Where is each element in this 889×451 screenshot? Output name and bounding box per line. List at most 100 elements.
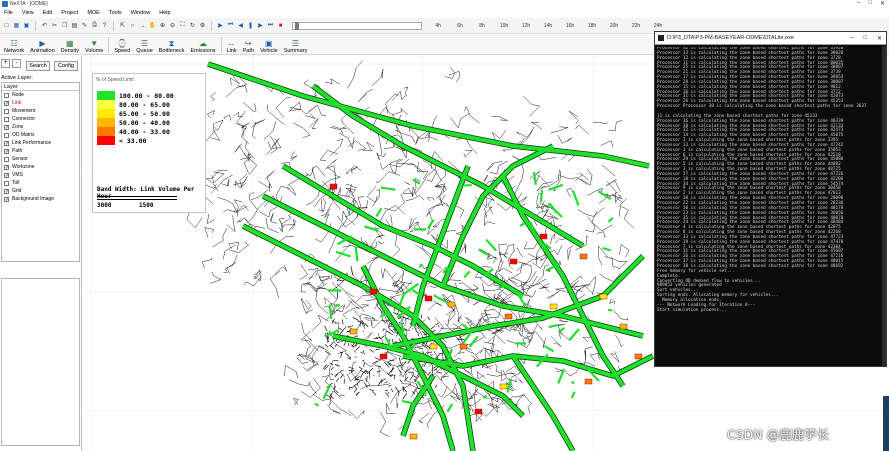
- layer-item-toll[interactable]: Toll: [2, 179, 79, 187]
- timeline-hour-label[interactable]: 10h: [493, 23, 515, 29]
- console-minimize-icon[interactable]: –: [850, 35, 853, 42]
- layer-item-od-matrix[interactable]: OD Matrix: [2, 131, 79, 139]
- timeline-hour-label[interactable]: 18h: [581, 23, 603, 29]
- timeline-slider-knob[interactable]: [295, 21, 299, 30]
- timeline-hour-label[interactable]: 24h: [647, 23, 669, 29]
- ribbon-density-button[interactable]: ▦ Density: [58, 35, 82, 54]
- layer-checkbox[interactable]: ✓: [4, 140, 9, 146]
- timeline-hour-label[interactable]: 12h: [515, 23, 537, 29]
- config-button[interactable]: Config: [54, 61, 78, 71]
- layer-item-sensor[interactable]: Sensor: [2, 155, 79, 163]
- add-icon[interactable]: +: [1, 59, 10, 68]
- copy-icon[interactable]: ❐: [60, 21, 69, 31]
- paste-icon[interactable]: ▤: [70, 21, 79, 31]
- play-icon[interactable]: ▶: [216, 21, 225, 31]
- zoom-extent-icon[interactable]: ⛶: [178, 21, 187, 31]
- ribbon-bottleneck-button[interactable]: ⧗ Bottleneck: [156, 35, 188, 54]
- layer-checkbox[interactable]: [4, 92, 9, 98]
- close-icon[interactable]: ✕: [880, 0, 885, 7]
- settings-icon[interactable]: ⚙: [198, 21, 207, 31]
- remove-icon[interactable]: -: [12, 59, 21, 68]
- console-close-icon[interactable]: ✕: [877, 35, 882, 42]
- open-folder-icon[interactable]: ▦: [12, 21, 21, 31]
- step-forward-icon[interactable]: ▶: [256, 21, 265, 31]
- layer-checkbox[interactable]: [4, 116, 9, 122]
- fast-forward-icon[interactable]: ⏭: [266, 21, 275, 31]
- layer-checkbox[interactable]: [4, 156, 9, 162]
- minimize-icon[interactable]: –: [857, 0, 860, 7]
- timeline-hour-label[interactable]: 20h: [603, 23, 625, 29]
- maximize-icon[interactable]: □: [868, 0, 872, 7]
- add-link-icon[interactable]: →: [138, 21, 147, 31]
- layer-item-connector[interactable]: Connector: [2, 115, 79, 123]
- ribbon-queue-button[interactable]: ☰ Queue: [133, 35, 156, 54]
- pan-icon[interactable]: ✋: [148, 21, 157, 31]
- layer-checkbox[interactable]: ✓: [4, 172, 9, 178]
- ribbon-volume-button[interactable]: ▼ Volume: [82, 35, 106, 54]
- layer-item-zone[interactable]: ✓ Zone: [2, 123, 79, 131]
- edit-pencil-icon[interactable]: ✎: [80, 21, 89, 31]
- new-file-icon[interactable]: □: [2, 21, 11, 31]
- layer-checkbox[interactable]: ✓: [4, 124, 9, 130]
- cut-icon[interactable]: ✂: [50, 21, 59, 31]
- layer-item-movement[interactable]: Movement: [2, 107, 79, 115]
- undo-icon[interactable]: ↶: [40, 21, 49, 31]
- menu-item-view[interactable]: View: [22, 10, 34, 16]
- layer-checkbox[interactable]: [4, 132, 9, 138]
- rewind-icon[interactable]: ⏮: [226, 21, 235, 31]
- layer-item-grid[interactable]: ✓ Grid: [2, 187, 79, 195]
- ribbon-path-button[interactable]: ↪ Path: [240, 35, 257, 54]
- timeline-hour-label[interactable]: 4h: [427, 23, 449, 29]
- refresh-icon[interactable]: ↻: [188, 21, 197, 31]
- menu-item-tools[interactable]: Tools: [109, 10, 122, 16]
- console-scrollbar[interactable]: [882, 46, 886, 366]
- layer-checkbox[interactable]: ✓: [4, 148, 9, 154]
- help-icon[interactable]: ?: [100, 21, 109, 31]
- menu-item-help[interactable]: Help: [159, 10, 170, 16]
- ribbon-animation-button[interactable]: ▶ Animation: [27, 35, 57, 54]
- add-node-icon[interactable]: ○: [128, 21, 137, 31]
- ribbon-summary-button[interactable]: ☰ Summary: [281, 35, 311, 54]
- timeline-hour-label[interactable]: 22h: [625, 23, 647, 29]
- layer-checkbox[interactable]: ✓: [4, 100, 9, 106]
- timeline-hour-label[interactable]: 14h: [537, 23, 559, 29]
- layer-item-background-image[interactable]: ✓ Background Image: [2, 195, 79, 203]
- select-icon[interactable]: ⇱: [118, 21, 127, 31]
- layer-checkbox[interactable]: ✓: [4, 188, 9, 194]
- step-back-icon[interactable]: ◀: [236, 21, 245, 31]
- console-window[interactable]: D:\P3_DTA\P3-PM-BASEYEAR-ODME\DTALite.ex…: [654, 31, 887, 367]
- console-maximize-icon[interactable]: □: [863, 35, 867, 42]
- ribbon-emissions-button[interactable]: ☁ Emissions: [187, 35, 218, 54]
- zoom-in-icon[interactable]: ⊕: [158, 21, 167, 31]
- layer-checkbox[interactable]: [4, 108, 9, 114]
- timeline-slider[interactable]: [292, 21, 422, 30]
- menu-item-edit[interactable]: Edit: [43, 10, 52, 16]
- ribbon-vehicle-button[interactable]: ▣ Vehicle: [257, 35, 281, 54]
- layer-item-link-performance[interactable]: ✓ Link Performance: [2, 139, 79, 147]
- print-icon[interactable]: ⎙: [90, 21, 99, 31]
- menu-item-project[interactable]: Project: [61, 10, 78, 16]
- pause-icon[interactable]: ❚: [246, 21, 255, 31]
- layer-item-vms[interactable]: ✓ VMS: [2, 171, 79, 179]
- layer-item-path[interactable]: ✓ Path: [2, 147, 79, 155]
- summary-icon: ☰: [291, 39, 300, 48]
- menu-item-window[interactable]: Window: [131, 10, 151, 16]
- save-icon[interactable]: ▣: [22, 21, 31, 31]
- timeline-hour-label[interactable]: 8h: [471, 23, 493, 29]
- menu-item-moe[interactable]: MOE: [87, 10, 100, 16]
- timeline-hour-label[interactable]: 6h: [449, 23, 471, 29]
- ribbon-link-button[interactable]: ↔ Link: [224, 35, 240, 54]
- menu-item-file[interactable]: File: [4, 10, 13, 16]
- layer-item-workzone[interactable]: ✓ Workzone: [2, 163, 79, 171]
- layer-checkbox[interactable]: ✓: [4, 196, 9, 202]
- layer-item-link[interactable]: ✓ Link: [2, 99, 79, 107]
- layer-checkbox[interactable]: ✓: [4, 164, 9, 170]
- timeline-hour-label[interactable]: 16h: [559, 23, 581, 29]
- layer-item-node[interactable]: Node: [2, 91, 79, 99]
- ribbon-network-button[interactable]: ☷ Network: [1, 35, 27, 54]
- zoom-out-icon[interactable]: ⊖: [168, 21, 177, 31]
- search-button[interactable]: Search: [26, 61, 50, 71]
- stop-icon[interactable]: ■: [276, 21, 285, 31]
- layer-checkbox[interactable]: [4, 180, 9, 186]
- ribbon-speed-button[interactable]: ⌚ Speed: [111, 35, 133, 54]
